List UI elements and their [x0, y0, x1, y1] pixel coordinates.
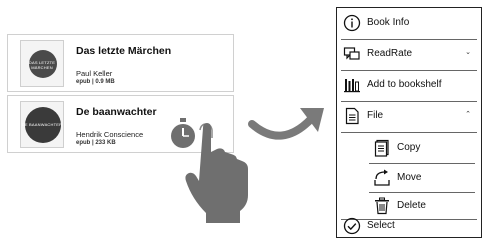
menu-item-label: ReadRate	[367, 48, 413, 59]
menu-item-label: Copy	[397, 142, 421, 153]
readrate-icon	[343, 45, 361, 63]
book-title: De baanwachter	[76, 106, 157, 118]
chevron-up-icon: ⌃	[465, 111, 471, 118]
book-row-de-baanwachter[interactable]: DE BAANWACHTER De baanwachter Hendrik Co…	[7, 95, 234, 153]
menu-item-add-to-bookshelf[interactable]: Add to bookshelf	[337, 73, 481, 97]
chevron-down-icon: ⌄	[465, 49, 471, 56]
menu-item-file[interactable]: File ⌃	[337, 104, 481, 128]
menu-item-label: Move	[397, 172, 422, 183]
delete-icon	[373, 197, 391, 215]
menu-item-move[interactable]: Move	[337, 166, 481, 190]
book-cover: DAS LETZTE MÄRCHEN	[20, 40, 64, 87]
curved-arrow-icon	[248, 108, 324, 140]
menu-item-readrate[interactable]: ReadRate ⌄	[337, 42, 481, 66]
menu-divider	[341, 101, 477, 102]
menu-divider	[369, 192, 475, 193]
menu-divider	[341, 39, 477, 40]
book-cover: DE BAANWACHTER	[20, 101, 64, 148]
menu-item-book-info[interactable]: Book Info	[337, 11, 481, 35]
cover-title: DAS LETZTE MÄRCHEN	[28, 60, 56, 70]
menu-item-select[interactable]: Select	[337, 214, 481, 238]
move-icon	[373, 169, 391, 187]
select-icon	[343, 217, 361, 235]
menu-item-copy[interactable]: Copy	[337, 136, 481, 160]
book-meta: epub | 0.9 MB	[76, 79, 115, 85]
cover-title: DE BAANWACHTER	[21, 122, 63, 127]
bookshelf-icon	[343, 76, 361, 94]
book-meta: epub | 233 KB	[76, 140, 116, 146]
book-list: DAS LETZTE MÄRCHEN Das letzte Märchen Pa…	[7, 34, 234, 155]
menu-item-label: Add to bookshelf	[367, 79, 442, 90]
menu-item-label: Delete	[397, 200, 426, 211]
menu-item-label: File	[367, 110, 384, 121]
menu-item-label: Book Info	[367, 17, 410, 28]
menu-divider	[369, 163, 475, 164]
book-author: Hendrik Conscience	[76, 130, 144, 139]
menu-divider	[341, 70, 477, 71]
context-menu: Book Info ReadRate ⌄ Add to bookshelf Fi…	[336, 7, 482, 238]
file-icon	[343, 107, 361, 125]
menu-divider	[341, 132, 477, 133]
book-title: Das letzte Märchen	[76, 45, 172, 57]
book-author: Paul Keller	[76, 69, 113, 78]
book-row-das-letzte-maerchen[interactable]: DAS LETZTE MÄRCHEN Das letzte Märchen Pa…	[7, 34, 234, 92]
copy-icon	[373, 139, 391, 157]
menu-item-label: Select	[367, 220, 395, 231]
info-icon	[343, 14, 361, 32]
